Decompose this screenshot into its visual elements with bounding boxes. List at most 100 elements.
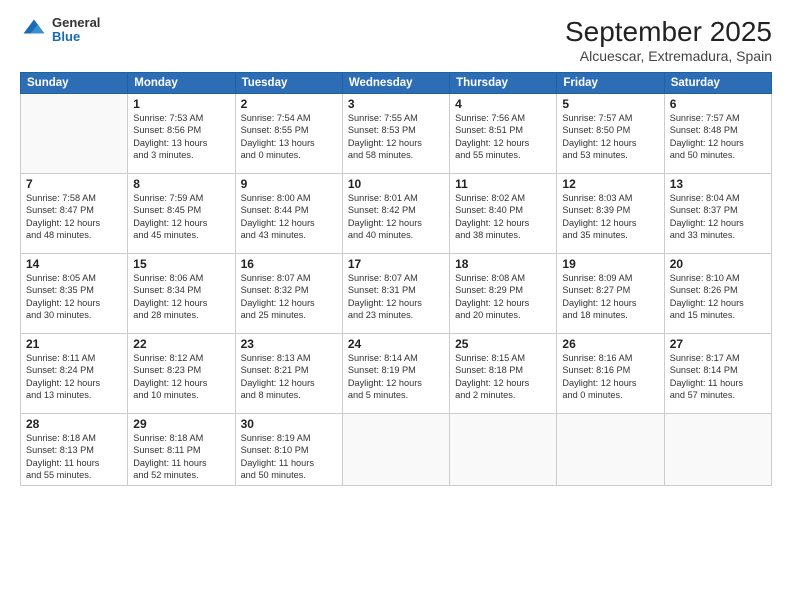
calendar-cell: 27Sunrise: 8:17 AM Sunset: 8:14 PM Dayli… (664, 334, 771, 414)
calendar-week-row: 28Sunrise: 8:18 AM Sunset: 8:13 PM Dayli… (21, 414, 772, 486)
calendar-cell: 1Sunrise: 7:53 AM Sunset: 8:56 PM Daylig… (128, 94, 235, 174)
calendar-week-row: 14Sunrise: 8:05 AM Sunset: 8:35 PM Dayli… (21, 254, 772, 334)
day-number: 2 (241, 97, 337, 111)
logo-general: General (52, 16, 100, 30)
calendar-cell: 21Sunrise: 8:11 AM Sunset: 8:24 PM Dayli… (21, 334, 128, 414)
calendar-cell: 16Sunrise: 8:07 AM Sunset: 8:32 PM Dayli… (235, 254, 342, 334)
day-info: Sunrise: 8:15 AM Sunset: 8:18 PM Dayligh… (455, 352, 551, 402)
calendar-cell: 10Sunrise: 8:01 AM Sunset: 8:42 PM Dayli… (342, 174, 449, 254)
day-info: Sunrise: 8:07 AM Sunset: 8:32 PM Dayligh… (241, 272, 337, 322)
day-info: Sunrise: 8:09 AM Sunset: 8:27 PM Dayligh… (562, 272, 658, 322)
day-number: 8 (133, 177, 229, 191)
calendar-cell: 23Sunrise: 8:13 AM Sunset: 8:21 PM Dayli… (235, 334, 342, 414)
day-number: 9 (241, 177, 337, 191)
day-info: Sunrise: 7:58 AM Sunset: 8:47 PM Dayligh… (26, 192, 122, 242)
day-info: Sunrise: 8:13 AM Sunset: 8:21 PM Dayligh… (241, 352, 337, 402)
calendar-cell: 29Sunrise: 8:18 AM Sunset: 8:11 PM Dayli… (128, 414, 235, 486)
day-number: 4 (455, 97, 551, 111)
day-number: 24 (348, 337, 444, 351)
calendar-cell: 18Sunrise: 8:08 AM Sunset: 8:29 PM Dayli… (450, 254, 557, 334)
logo: General Blue (20, 16, 100, 45)
day-info: Sunrise: 7:57 AM Sunset: 8:48 PM Dayligh… (670, 112, 766, 162)
day-info: Sunrise: 8:14 AM Sunset: 8:19 PM Dayligh… (348, 352, 444, 402)
month-title: September 2025 (565, 16, 772, 48)
day-info: Sunrise: 7:55 AM Sunset: 8:53 PM Dayligh… (348, 112, 444, 162)
day-info: Sunrise: 8:17 AM Sunset: 8:14 PM Dayligh… (670, 352, 766, 402)
logo-text: General Blue (52, 16, 100, 45)
day-number: 23 (241, 337, 337, 351)
day-info: Sunrise: 8:10 AM Sunset: 8:26 PM Dayligh… (670, 272, 766, 322)
day-info: Sunrise: 8:03 AM Sunset: 8:39 PM Dayligh… (562, 192, 658, 242)
calendar-cell: 11Sunrise: 8:02 AM Sunset: 8:40 PM Dayli… (450, 174, 557, 254)
calendar-cell: 22Sunrise: 8:12 AM Sunset: 8:23 PM Dayli… (128, 334, 235, 414)
calendar-cell: 17Sunrise: 8:07 AM Sunset: 8:31 PM Dayli… (342, 254, 449, 334)
day-info: Sunrise: 8:05 AM Sunset: 8:35 PM Dayligh… (26, 272, 122, 322)
day-number: 3 (348, 97, 444, 111)
day-number: 21 (26, 337, 122, 351)
calendar-col-friday: Friday (557, 73, 664, 94)
day-number: 22 (133, 337, 229, 351)
calendar: SundayMondayTuesdayWednesdayThursdayFrid… (20, 72, 772, 486)
calendar-week-row: 1Sunrise: 7:53 AM Sunset: 8:56 PM Daylig… (21, 94, 772, 174)
day-number: 25 (455, 337, 551, 351)
day-number: 18 (455, 257, 551, 271)
day-number: 15 (133, 257, 229, 271)
day-number: 13 (670, 177, 766, 191)
calendar-col-saturday: Saturday (664, 73, 771, 94)
day-info: Sunrise: 7:56 AM Sunset: 8:51 PM Dayligh… (455, 112, 551, 162)
day-info: Sunrise: 8:16 AM Sunset: 8:16 PM Dayligh… (562, 352, 658, 402)
day-info: Sunrise: 8:01 AM Sunset: 8:42 PM Dayligh… (348, 192, 444, 242)
day-info: Sunrise: 7:57 AM Sunset: 8:50 PM Dayligh… (562, 112, 658, 162)
title-block: September 2025 Alcuescar, Extremadura, S… (565, 16, 772, 64)
calendar-cell: 28Sunrise: 8:18 AM Sunset: 8:13 PM Dayli… (21, 414, 128, 486)
calendar-col-wednesday: Wednesday (342, 73, 449, 94)
day-number: 26 (562, 337, 658, 351)
calendar-cell: 8Sunrise: 7:59 AM Sunset: 8:45 PM Daylig… (128, 174, 235, 254)
calendar-week-row: 21Sunrise: 8:11 AM Sunset: 8:24 PM Dayli… (21, 334, 772, 414)
day-number: 30 (241, 417, 337, 431)
logo-icon (20, 16, 48, 44)
calendar-cell: 9Sunrise: 8:00 AM Sunset: 8:44 PM Daylig… (235, 174, 342, 254)
day-number: 29 (133, 417, 229, 431)
calendar-cell (342, 414, 449, 486)
day-info: Sunrise: 7:54 AM Sunset: 8:55 PM Dayligh… (241, 112, 337, 162)
calendar-cell: 25Sunrise: 8:15 AM Sunset: 8:18 PM Dayli… (450, 334, 557, 414)
day-info: Sunrise: 8:19 AM Sunset: 8:10 PM Dayligh… (241, 432, 337, 482)
calendar-cell: 20Sunrise: 8:10 AM Sunset: 8:26 PM Dayli… (664, 254, 771, 334)
day-number: 6 (670, 97, 766, 111)
day-info: Sunrise: 8:02 AM Sunset: 8:40 PM Dayligh… (455, 192, 551, 242)
day-number: 11 (455, 177, 551, 191)
day-info: Sunrise: 8:06 AM Sunset: 8:34 PM Dayligh… (133, 272, 229, 322)
calendar-week-row: 7Sunrise: 7:58 AM Sunset: 8:47 PM Daylig… (21, 174, 772, 254)
day-number: 19 (562, 257, 658, 271)
day-info: Sunrise: 8:18 AM Sunset: 8:11 PM Dayligh… (133, 432, 229, 482)
day-number: 27 (670, 337, 766, 351)
calendar-cell: 6Sunrise: 7:57 AM Sunset: 8:48 PM Daylig… (664, 94, 771, 174)
calendar-cell (450, 414, 557, 486)
day-number: 1 (133, 97, 229, 111)
calendar-col-thursday: Thursday (450, 73, 557, 94)
calendar-cell: 14Sunrise: 8:05 AM Sunset: 8:35 PM Dayli… (21, 254, 128, 334)
day-info: Sunrise: 8:12 AM Sunset: 8:23 PM Dayligh… (133, 352, 229, 402)
day-number: 28 (26, 417, 122, 431)
calendar-cell: 30Sunrise: 8:19 AM Sunset: 8:10 PM Dayli… (235, 414, 342, 486)
day-info: Sunrise: 8:04 AM Sunset: 8:37 PM Dayligh… (670, 192, 766, 242)
day-info: Sunrise: 8:08 AM Sunset: 8:29 PM Dayligh… (455, 272, 551, 322)
calendar-cell: 4Sunrise: 7:56 AM Sunset: 8:51 PM Daylig… (450, 94, 557, 174)
calendar-cell (664, 414, 771, 486)
calendar-cell: 3Sunrise: 7:55 AM Sunset: 8:53 PM Daylig… (342, 94, 449, 174)
day-info: Sunrise: 8:18 AM Sunset: 8:13 PM Dayligh… (26, 432, 122, 482)
calendar-col-sunday: Sunday (21, 73, 128, 94)
calendar-cell: 26Sunrise: 8:16 AM Sunset: 8:16 PM Dayli… (557, 334, 664, 414)
day-number: 20 (670, 257, 766, 271)
day-number: 16 (241, 257, 337, 271)
header: General Blue September 2025 Alcuescar, E… (20, 16, 772, 64)
day-info: Sunrise: 8:00 AM Sunset: 8:44 PM Dayligh… (241, 192, 337, 242)
calendar-col-monday: Monday (128, 73, 235, 94)
day-info: Sunrise: 8:11 AM Sunset: 8:24 PM Dayligh… (26, 352, 122, 402)
subtitle: Alcuescar, Extremadura, Spain (565, 48, 772, 64)
calendar-cell: 7Sunrise: 7:58 AM Sunset: 8:47 PM Daylig… (21, 174, 128, 254)
day-number: 5 (562, 97, 658, 111)
calendar-cell: 2Sunrise: 7:54 AM Sunset: 8:55 PM Daylig… (235, 94, 342, 174)
day-number: 14 (26, 257, 122, 271)
